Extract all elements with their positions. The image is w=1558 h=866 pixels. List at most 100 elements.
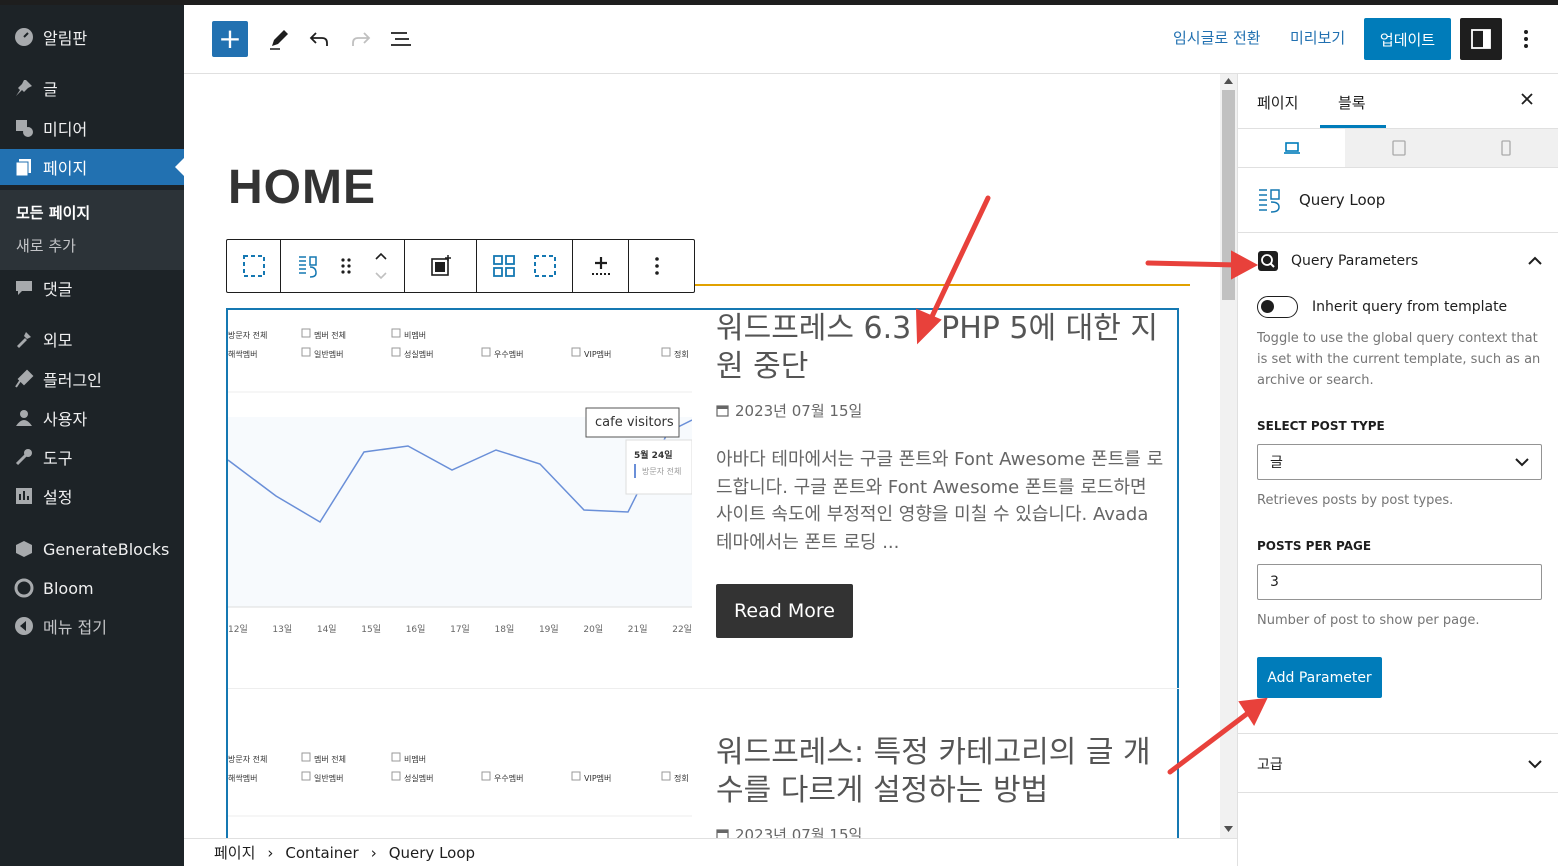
legend-label: 해싹멤버 [228, 774, 258, 783]
grid-layout-button[interactable] [487, 240, 521, 292]
divider [1238, 733, 1558, 734]
divider [1238, 232, 1558, 233]
close-inspector-button[interactable] [1518, 90, 1536, 112]
post-date: 2023년 07월 15일 [716, 824, 862, 838]
sidebar-item-tools[interactable]: 도구 [0, 439, 184, 475]
admin-sidebar: 알림판 글 미디어 페이지 모든 페이지 새로 추가 댓글 외모 플러그인 사용… [0, 5, 184, 866]
toolbar-group-options [629, 240, 685, 292]
toggle-label: Inherit query from template [1312, 299, 1508, 315]
block-inspector: 페이지 블록 Query Loop Query Parameters Inher… [1237, 74, 1558, 866]
add-parameter-button[interactable]: Add Parameter [1257, 657, 1382, 698]
post-featured-image[interactable]: 방문자 전체 멤버 전체 비멤버 해싹멤버 일반멤버 성실멤버 우수멤버 VIP… [228, 736, 692, 838]
breadcrumb-item[interactable]: Query Loop [389, 844, 475, 862]
editor-header: + 임시글로 전환 미리보기 업데이트 [184, 5, 1558, 74]
pages-icon [11, 156, 37, 178]
legend-label: 일반멤버 [314, 350, 344, 359]
toolbar-group-replace [405, 240, 477, 292]
sidebar-item-plugins[interactable]: 플러그인 [0, 361, 184, 397]
options-menu-button[interactable] [1514, 25, 1538, 53]
tools-icon [11, 446, 37, 468]
post-type-select[interactable]: 글 [1257, 444, 1542, 480]
grid-icon [492, 255, 515, 277]
tablet-icon [1391, 140, 1406, 156]
chevron-right-icon: › [267, 843, 274, 862]
scroll-thumb[interactable] [1222, 90, 1235, 300]
block-card-title: Query Loop [1299, 191, 1386, 209]
chart-screenshot-image [228, 736, 692, 838]
tab-page[interactable]: 페이지 [1257, 92, 1298, 113]
query-parameters-panel-header[interactable]: Query Parameters [1257, 250, 1542, 272]
device-desktop-tab[interactable] [1238, 129, 1345, 167]
container-button[interactable] [528, 240, 562, 292]
select-parent-button[interactable] [237, 240, 271, 292]
sidebar-item-generateblocks[interactable]: GenerateBlocks [0, 531, 184, 567]
sidebar-item-pages[interactable]: 페이지 [0, 149, 184, 185]
canvas-scrollbar[interactable] [1220, 74, 1237, 838]
post-title[interactable]: 워드프레스: 특정 카테고리의 글 개수를 다르게 설정하는 방법 [716, 734, 1176, 810]
page-title[interactable]: HOME [228, 160, 376, 215]
sidebar-item-settings[interactable]: 설정 [0, 478, 184, 514]
x-tick: 16일 [405, 625, 426, 635]
sidebar-item-users[interactable]: 사용자 [0, 400, 184, 436]
bloom-icon [11, 577, 37, 599]
more-vertical-icon [1524, 30, 1528, 48]
query-loop-block[interactable]: 방문자 전체 멤버 전체 비멤버 해싹멤버 일반멤버 성실멤버 우수멤버 VIP… [226, 308, 1179, 838]
post-title[interactable]: 워드프레스 6.3 - PHP 5에 대한 지원 중단 [716, 310, 1176, 386]
breadcrumb-item[interactable]: Container [285, 844, 358, 862]
toolbar-group-layout [477, 240, 573, 292]
device-mobile-tab[interactable] [1452, 129, 1558, 167]
read-more-button[interactable]: Read More [716, 584, 853, 638]
x-tick: 13일 [272, 625, 293, 635]
sidebar-item-posts[interactable]: 글 [0, 70, 184, 106]
posts-per-page-input[interactable]: 3 [1257, 564, 1542, 600]
settings-sidebar-toggle[interactable] [1460, 18, 1502, 60]
sidebar-item-comments[interactable]: 댓글 [0, 270, 184, 306]
sidebar-item-bloom[interactable]: Bloom [0, 570, 184, 606]
sidebar-item-media[interactable]: 미디어 [0, 110, 184, 146]
device-tablet-tab[interactable] [1345, 129, 1452, 167]
inherit-query-toggle[interactable]: Inherit query from template [1257, 296, 1507, 318]
tools-button[interactable] [266, 25, 292, 53]
post-type-help: Retrieves posts by post types. [1257, 493, 1454, 508]
inherit-help-text: Toggle to use the global query context t… [1257, 331, 1541, 388]
sidebar-item-appearance[interactable]: 외모 [0, 321, 184, 357]
drag-handle[interactable] [332, 240, 360, 292]
move-up-down-buttons[interactable] [367, 240, 395, 292]
x-tick: 22일 [672, 625, 692, 635]
x-tick: 21일 [627, 625, 648, 635]
block-options-button[interactable] [640, 240, 674, 292]
list-view-icon [391, 32, 411, 46]
preview-link[interactable]: 미리보기 [1290, 27, 1345, 48]
redo-button[interactable] [348, 25, 374, 53]
replace-block-button[interactable] [424, 240, 458, 292]
advanced-panel-header[interactable]: 고급 [1257, 754, 1542, 774]
update-button[interactable]: 업데이트 [1364, 18, 1451, 60]
x-tick: 14일 [316, 625, 337, 635]
breadcrumb-item[interactable]: 페이지 [214, 842, 255, 863]
posts-per-page-help: Number of post to show per page. [1257, 613, 1480, 628]
block-breadcrumb: 페이지 › Container › Query Loop [184, 838, 1237, 866]
sidebar-item-label: 미디어 [43, 120, 88, 139]
block-inserter-button[interactable]: + [212, 21, 248, 57]
legend-label: 우수멤버 [494, 350, 524, 359]
toggle-switch[interactable] [1257, 296, 1298, 318]
submenu-add-new[interactable]: 새로 추가 [16, 235, 76, 256]
chevron-right-icon: › [370, 843, 377, 862]
block-type-button[interactable] [291, 240, 325, 292]
post-date-text: 2023년 07월 15일 [735, 826, 863, 838]
sidebar-item-dashboard[interactable]: 알림판 [0, 19, 184, 55]
sidebar-item-label: GenerateBlocks [43, 539, 170, 559]
tab-block[interactable]: 블록 [1338, 92, 1366, 113]
post-featured-image[interactable]: 방문자 전체 멤버 전체 비멤버 해싹멤버 일반멤버 성실멤버 우수멤버 VIP… [228, 312, 692, 642]
document-overview-button[interactable] [388, 25, 414, 53]
block-toolbar [226, 239, 695, 293]
scroll-up-icon[interactable] [1224, 78, 1233, 84]
submenu-all-pages[interactable]: 모든 페이지 [16, 202, 90, 223]
sidebar-item-label: 설정 [43, 488, 73, 507]
scroll-down-icon[interactable] [1224, 826, 1233, 832]
spacing-button[interactable] [584, 240, 618, 292]
switch-to-draft-link[interactable]: 임시글로 전환 [1173, 27, 1261, 48]
pages-submenu: 모든 페이지 새로 추가 [0, 190, 184, 270]
undo-button[interactable] [306, 25, 332, 53]
sidebar-collapse-menu[interactable]: 메뉴 접기 [0, 608, 184, 644]
